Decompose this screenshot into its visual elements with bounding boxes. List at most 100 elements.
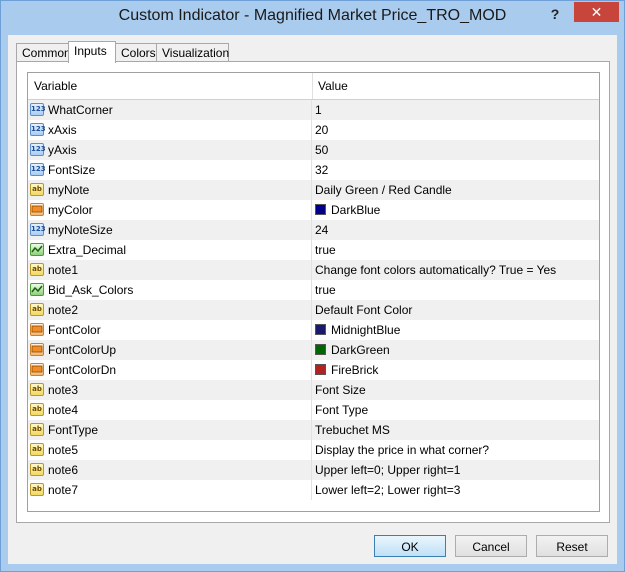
- value-cell[interactable]: Lower left=2; Lower right=3: [313, 480, 599, 500]
- variable-cell[interactable]: 123 xAxis: [28, 120, 312, 140]
- variable-name: FontColorUp: [48, 343, 117, 357]
- close-button[interactable]: ✕: [574, 2, 619, 22]
- table-row[interactable]: FontColorDn FireBrick: [28, 360, 599, 380]
- table-row[interactable]: ab note6 Upper left=0; Upper right=1: [28, 460, 599, 480]
- variable-cell[interactable]: 123 WhatCorner: [28, 100, 312, 120]
- variable-cell[interactable]: FontColor: [28, 320, 312, 340]
- value-cell[interactable]: true: [313, 240, 599, 260]
- grid-rows: 123 WhatCorner 1 123 xAxis 20 123 yAxis 50 123 Fon…: [28, 100, 599, 500]
- variable-cell[interactable]: ab note7: [28, 480, 312, 500]
- table-row[interactable]: FontColorUp DarkGreen: [28, 340, 599, 360]
- value-cell[interactable]: 32: [313, 160, 599, 180]
- variable-cell[interactable]: 123 yAxis: [28, 140, 312, 160]
- value-cell[interactable]: Trebuchet MS: [313, 420, 599, 440]
- value-cell[interactable]: 24: [313, 220, 599, 240]
- table-row[interactable]: Bid_Ask_Colors true: [28, 280, 599, 300]
- table-row[interactable]: ab note1 Change font colors automatically?…: [28, 260, 599, 280]
- column-separator[interactable]: [312, 73, 313, 99]
- table-row[interactable]: myColor DarkBlue: [28, 200, 599, 220]
- color-type-icon: [30, 363, 44, 376]
- value-text: DarkGreen: [331, 343, 390, 357]
- value-text: 50: [315, 143, 329, 157]
- value-cell[interactable]: Default Font Color: [313, 300, 599, 320]
- table-row[interactable]: 123 FontSize 32: [28, 160, 599, 180]
- table-row[interactable]: Extra_Decimal true: [28, 240, 599, 260]
- variable-cell[interactable]: Bid_Ask_Colors: [28, 280, 312, 300]
- dialog-client-area: Common Inputs Colors Visualization Varia…: [8, 35, 617, 564]
- table-row[interactable]: 123 WhatCorner 1: [28, 100, 599, 120]
- table-row[interactable]: ab note2 Default Font Color: [28, 300, 599, 320]
- value-cell[interactable]: true: [313, 280, 599, 300]
- column-header-value[interactable]: Value: [318, 79, 348, 93]
- value-text: MidnightBlue: [331, 323, 401, 337]
- table-row[interactable]: 123 xAxis 20: [28, 120, 599, 140]
- variable-cell[interactable]: FontColorUp: [28, 340, 312, 360]
- string-type-icon: ab: [30, 463, 44, 476]
- value-cell[interactable]: FireBrick: [313, 360, 599, 380]
- value-cell[interactable]: 20: [313, 120, 599, 140]
- variable-cell[interactable]: ab note3: [28, 380, 312, 400]
- table-row[interactable]: ab note3 Font Size: [28, 380, 599, 400]
- variable-cell[interactable]: Extra_Decimal: [28, 240, 312, 260]
- value-cell[interactable]: Change font colors automatically? True =…: [313, 260, 599, 280]
- value-text: Default Font Color: [315, 303, 413, 317]
- table-row[interactable]: ab myNote Daily Green / Red Candle: [28, 180, 599, 200]
- value-cell[interactable]: Font Size: [313, 380, 599, 400]
- help-button[interactable]: ?: [541, 3, 569, 25]
- color-swatch: [315, 364, 326, 375]
- variable-cell[interactable]: ab myNote: [28, 180, 312, 200]
- value-cell[interactable]: DarkGreen: [313, 340, 599, 360]
- column-header-variable[interactable]: Variable: [34, 79, 77, 93]
- variable-name: WhatCorner: [48, 103, 113, 117]
- variable-cell[interactable]: 123 myNoteSize: [28, 220, 312, 240]
- color-swatch: [315, 344, 326, 355]
- reset-button[interactable]: Reset: [536, 535, 608, 557]
- variable-cell[interactable]: FontColorDn: [28, 360, 312, 380]
- string-type-icon: ab: [30, 183, 44, 196]
- value-cell[interactable]: 1: [313, 100, 599, 120]
- value-cell[interactable]: DarkBlue: [313, 200, 599, 220]
- variable-cell[interactable]: 123 FontSize: [28, 160, 312, 180]
- value-text: Trebuchet MS: [315, 423, 390, 437]
- table-row[interactable]: ab note5 Display the price in what corner?: [28, 440, 599, 460]
- variable-cell[interactable]: ab note5: [28, 440, 312, 460]
- string-type-icon: ab: [30, 483, 44, 496]
- table-row[interactable]: ab note4 Font Type: [28, 400, 599, 420]
- value-text: Display the price in what corner?: [315, 443, 490, 457]
- value-text: true: [315, 243, 336, 257]
- variable-name: note2: [48, 303, 79, 317]
- variable-cell[interactable]: ab note4: [28, 400, 312, 420]
- value-cell[interactable]: MidnightBlue: [313, 320, 599, 340]
- value-text: 20: [315, 123, 329, 137]
- variable-cell[interactable]: ab note6: [28, 460, 312, 480]
- string-type-icon: ab: [30, 403, 44, 416]
- table-row[interactable]: ab note7 Lower left=2; Lower right=3: [28, 480, 599, 500]
- value-cell[interactable]: Daily Green / Red Candle: [313, 180, 599, 200]
- value-cell[interactable]: 50: [313, 140, 599, 160]
- ok-button[interactable]: OK: [374, 535, 446, 557]
- integer-type-icon: 123: [30, 163, 46, 176]
- tab-common[interactable]: Common: [16, 43, 71, 61]
- table-row[interactable]: FontColor MidnightBlue: [28, 320, 599, 340]
- boolean-type-icon: [30, 243, 44, 256]
- title-bar[interactable]: Custom Indicator - Magnified Market Pric…: [1, 1, 624, 35]
- color-type-icon: [30, 343, 44, 356]
- variable-cell[interactable]: ab note2: [28, 300, 312, 320]
- tab-colors[interactable]: Colors: [115, 43, 157, 61]
- value-cell[interactable]: Font Type: [313, 400, 599, 420]
- window-title: Custom Indicator - Magnified Market Pric…: [118, 7, 507, 24]
- variable-name: myNoteSize: [48, 223, 113, 237]
- integer-type-icon: 123: [30, 103, 46, 116]
- table-row[interactable]: ab FontType Trebuchet MS: [28, 420, 599, 440]
- variable-cell[interactable]: ab note1: [28, 260, 312, 280]
- value-cell[interactable]: Upper left=0; Upper right=1: [313, 460, 599, 480]
- table-row[interactable]: 123 myNoteSize 24: [28, 220, 599, 240]
- table-row[interactable]: 123 yAxis 50: [28, 140, 599, 160]
- variable-cell[interactable]: ab FontType: [28, 420, 312, 440]
- tab-visualization[interactable]: Visualization: [156, 43, 229, 61]
- cancel-button[interactable]: Cancel: [455, 535, 527, 557]
- value-cell[interactable]: Display the price in what corner?: [313, 440, 599, 460]
- tab-inputs[interactable]: Inputs: [68, 41, 116, 63]
- variable-cell[interactable]: myColor: [28, 200, 312, 220]
- inputs-tab-panel: Variable Value 123 WhatCorner 1 123 xAxis 20 1…: [16, 61, 610, 523]
